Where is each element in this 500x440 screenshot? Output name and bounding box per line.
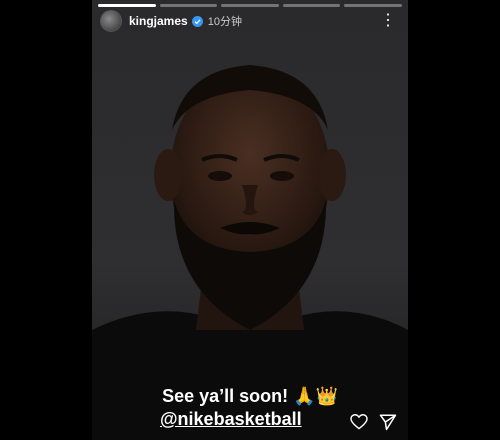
story-photo <box>92 65 408 440</box>
avatar[interactable] <box>100 10 122 32</box>
story-header: kingjames 10分钟 ⋮ <box>100 10 400 32</box>
caption-text: See ya’ll soon! 🙏👑 <box>162 386 338 406</box>
progress-segment <box>344 4 402 7</box>
post-time: 10分钟 <box>207 16 242 28</box>
progress-segment <box>282 4 341 7</box>
story-viewer[interactable]: kingjames 10分钟 ⋮ See ya’ll soon! 🙏👑 @nik… <box>92 0 408 440</box>
heart-icon[interactable] <box>350 414 368 430</box>
story-progress-bar <box>98 4 402 7</box>
progress-segment <box>221 4 279 7</box>
progress-segment <box>159 4 218 7</box>
username[interactable]: kingjames <box>129 14 188 28</box>
progress-segment <box>98 4 156 7</box>
verified-icon <box>191 15 203 27</box>
more-icon[interactable]: ⋮ <box>376 11 400 31</box>
mention-link[interactable]: @nikebasketball <box>160 409 302 430</box>
send-icon[interactable] <box>379 413 397 431</box>
